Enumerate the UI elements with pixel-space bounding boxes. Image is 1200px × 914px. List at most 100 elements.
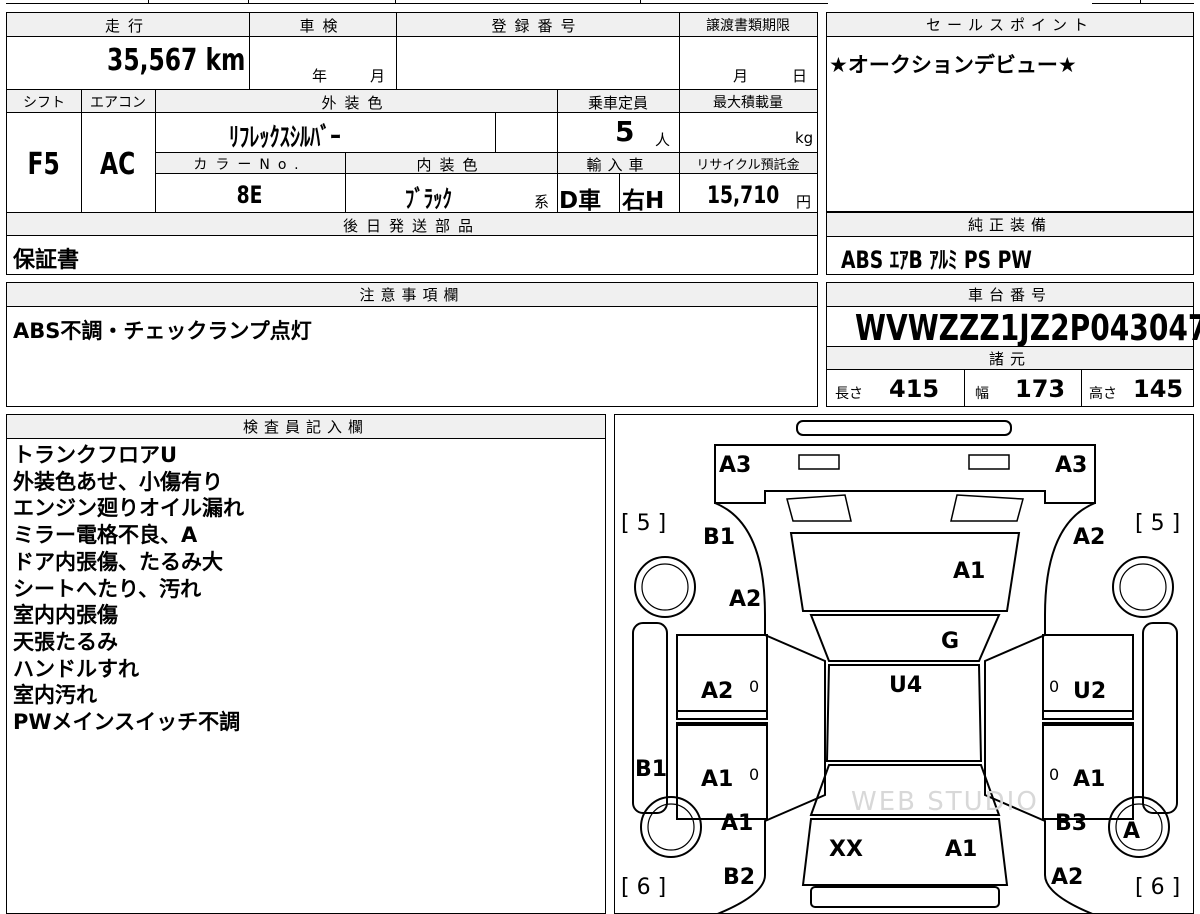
mark-left-rear-door-a2: A2 <box>701 679 734 704</box>
inspector-note: 室内汚れ <box>13 683 97 708</box>
mark-right-front-door-a1: A1 <box>1073 767 1106 792</box>
rear-bumper-shape <box>796 420 1012 436</box>
inspector-note: ミラー電格不良、A <box>13 523 198 548</box>
specs-label: 諸元 <box>827 346 1193 370</box>
top-strip-divider <box>248 0 249 4</box>
divider <box>396 13 397 89</box>
chassis-label: 車台番号 <box>827 283 1193 307</box>
aircon-value: AC <box>100 147 136 182</box>
later-parts-value: 保証書 <box>13 248 80 273</box>
rear-left-wheel-inner <box>641 563 689 611</box>
exterior-color-label: 外装色 <box>321 94 391 112</box>
inspection-year-unit: 年 <box>312 67 328 85</box>
mark-front-right-a2: A2 <box>1051 865 1084 890</box>
shift-value: F5 <box>27 147 61 182</box>
mark-left-front-door-a1: A1 <box>701 767 734 792</box>
registration-label: 登録番号 <box>491 17 584 35</box>
recycle-unit: 円 <box>796 193 812 211</box>
transfer-deadline-label: 譲渡書類期限 <box>706 18 790 34</box>
front-left-wheel <box>640 796 702 858</box>
front-grille-shape <box>810 886 1000 908</box>
left-body-side <box>714 502 826 913</box>
divider <box>155 89 156 212</box>
rear-spoiler-left <box>786 494 852 522</box>
divider <box>81 89 82 212</box>
mark-left-sill-b1: B1 <box>635 757 668 782</box>
inspector-note: 天張たるみ <box>13 629 118 654</box>
rear-body-shape <box>714 444 1096 504</box>
divider <box>964 370 965 406</box>
mark-right-fender-b3: B3 <box>1055 811 1088 836</box>
mark-rear-right-a3: A3 <box>1055 453 1088 478</box>
sales-point-label: セールスポイント <box>827 13 1193 37</box>
inspector-note: エンジン廻りオイル漏れ <box>13 496 244 521</box>
divider <box>495 113 496 152</box>
interior-color-label: 内装色 <box>416 156 486 174</box>
inspector-note: ハンドルすれ <box>13 656 139 681</box>
mark-rear-right-a2: A2 <box>1073 525 1106 550</box>
roof-shape <box>809 614 1001 662</box>
inspector-note: PWメインスイッチ不調 <box>13 710 241 735</box>
caution-box: 注意事項欄 ABS不調・チェックランプ点灯 <box>6 282 818 407</box>
transfer-day-unit: 日 <box>792 67 808 85</box>
top-strip-divider <box>395 0 396 4</box>
inspector-label: 検査員記入欄 <box>7 415 605 439</box>
recycle-value: 15,710 <box>707 181 780 209</box>
mark-hood-xx: XX <box>829 837 863 862</box>
inspector-note: 外装色あせ、小傷有り <box>13 469 223 494</box>
front-left-wheel-inner <box>647 803 695 851</box>
inspector-note: シートへたり、汚れ <box>13 576 202 601</box>
top-strip-divider <box>1140 0 1141 4</box>
right-body-side <box>984 502 1096 913</box>
rear-right-wheel <box>1112 556 1174 618</box>
mark-left-quarter-a2: A2 <box>729 587 762 612</box>
inspector-note: トランクフロアU <box>13 443 178 467</box>
import-label: 輸入車 <box>586 156 650 174</box>
mark-left-front-door-zero: 0 <box>749 765 760 784</box>
max-load-label: 最大積載量 <box>713 95 783 111</box>
width-label: 幅 <box>975 386 989 402</box>
mark-right-rear-door-zero: 0 <box>1049 677 1060 696</box>
mark-rear-left-b1: B1 <box>703 525 736 550</box>
rear-lamp-right <box>968 454 1010 470</box>
transfer-month-unit: 月 <box>733 67 749 85</box>
chassis-value: WVWZZZ1JZ2P043047 <box>855 308 1200 349</box>
left-sill-shape <box>632 622 668 814</box>
tire-rear-right: [ 5 ] <box>1135 511 1181 536</box>
later-parts-label: 後日発送部品 <box>342 217 481 235</box>
divider <box>619 174 620 212</box>
length-value: 415 <box>889 375 940 403</box>
top-strip-line-right <box>1092 3 1194 4</box>
inspector-note: ドア内張傷、たるみ大 <box>13 549 223 574</box>
top-strip-line <box>6 3 828 4</box>
mark-roof-u4: U4 <box>889 673 923 698</box>
color-no-value: 8E <box>237 181 263 209</box>
exterior-color-value: ﾘﾌﾚｯｸｽｼﾙﾊﾞｰ <box>229 123 341 153</box>
mileage-value: 35,567 km <box>106 43 245 78</box>
caution-label: 注意事項欄 <box>7 283 817 307</box>
right-sill-shape <box>1142 622 1178 814</box>
interior-color-value: ﾌﾞﾗｯｸ <box>405 185 452 213</box>
top-strip-divider <box>640 0 641 4</box>
mark-right-rear-door-u2: U2 <box>1073 679 1107 704</box>
mark-left-fender-a1: A1 <box>721 811 754 836</box>
car-outline-diagram <box>632 420 1178 913</box>
mark-right-front-door-zero: 0 <box>1049 765 1060 784</box>
divider <box>345 152 346 212</box>
inspector-notes: トランクフロアU 外装色あせ、小傷有り エンジン廻りオイル漏れ ミラー電格不良、… <box>13 442 244 736</box>
mark-roof-g: G <box>941 629 960 654</box>
inspector-box: 検査員記入欄 トランクフロアU 外装色あせ、小傷有り エンジン廻りオイル漏れ ミ… <box>6 414 606 914</box>
steering-value: 右H <box>622 188 665 214</box>
genuine-equipment-value: ABS ｴｱB ｱﾙﾐ PS PW <box>841 246 1032 274</box>
aircon-label: エアコン <box>90 95 146 111</box>
rear-right-wheel-inner <box>1119 563 1167 611</box>
tire-front-left: [ 6 ] <box>621 875 667 900</box>
divider <box>679 13 680 212</box>
car-diagram-box: WEB STUDIO [ 5 ] [ 5 ] [ 6 ] [ 6 ] A3 A3… <box>614 414 1194 914</box>
genuine-equipment-label: 純正装備 <box>827 213 1193 237</box>
inspection-month-unit: 月 <box>370 67 386 85</box>
top-strip-divider <box>148 0 149 4</box>
max-load-unit: kg <box>795 129 814 147</box>
sales-point-value: ★オークションデビュー★ <box>829 53 1077 77</box>
rear-spoiler-right <box>950 494 1024 522</box>
